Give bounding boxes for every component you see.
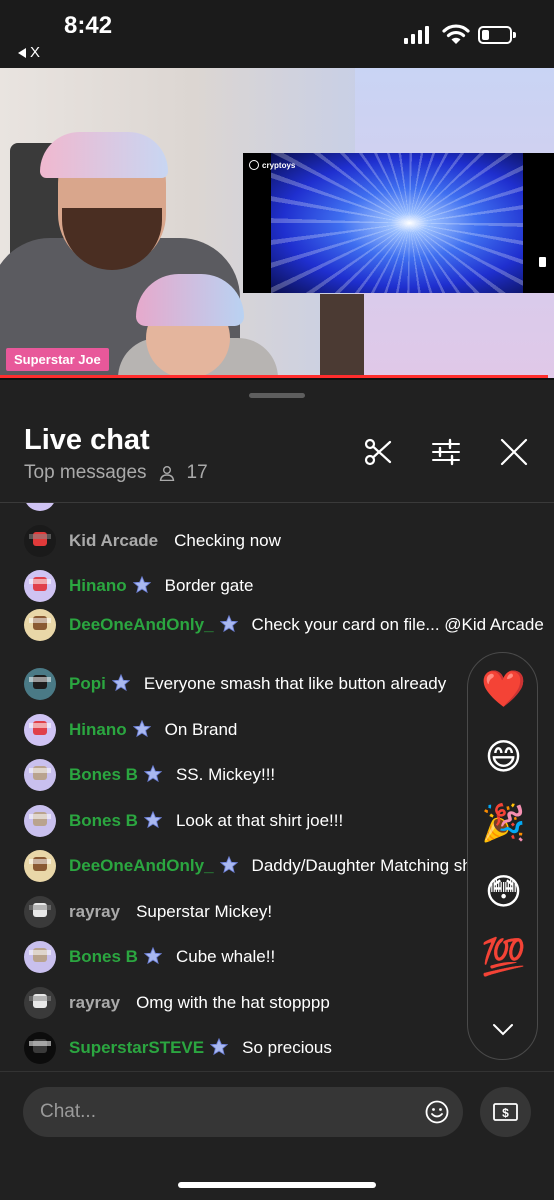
chat-message[interactable]: Bones B Look at that shirt joe!!! (24, 805, 544, 837)
back-app-label: X (30, 44, 41, 61)
member-badge-star-icon (219, 856, 238, 874)
chat-title: Live chat (24, 424, 150, 456)
member-badge-star-icon (143, 811, 162, 829)
overlay-icon (539, 257, 546, 267)
message-text: Omg with the hat stopppp (136, 993, 330, 1012)
video-progress-bar[interactable] (0, 375, 548, 378)
chat-message[interactable]: Bones B Cube whale!! (24, 941, 544, 973)
message-text: Daddy/Daughter Matching shirts (251, 856, 495, 875)
avatar (24, 503, 56, 511)
message-text: Everyone smash that like button already (143, 674, 447, 693)
message-text: On Brand (164, 720, 238, 739)
heart-reaction-button[interactable]: ❤️ (468, 669, 539, 709)
status-bar: 8:42 X (0, 0, 554, 68)
home-indicator (178, 1182, 376, 1188)
message-author[interactable]: rayray (69, 993, 120, 1012)
member-badge-star-icon (143, 765, 162, 783)
wifi-icon (442, 24, 470, 44)
message-author[interactable]: rayray (69, 902, 120, 921)
avatar[interactable] (24, 941, 56, 973)
scissors-icon[interactable] (362, 436, 394, 468)
chat-message[interactable]: rayray Omg with the hat stopppp (24, 987, 544, 1019)
close-icon[interactable] (498, 436, 530, 468)
chat-message[interactable]: SuperstarSTEVE So precious (24, 1032, 544, 1064)
battery-icon (478, 26, 516, 44)
member-badge-star-icon (219, 615, 238, 633)
cellular-signal-icon (404, 26, 429, 44)
message-author[interactable]: Bones B (69, 947, 138, 966)
message-text: Superstar Mickey! (136, 902, 273, 921)
member-badge-star-icon (210, 1038, 229, 1056)
presenter-name-tag: Superstar Joe (6, 348, 109, 371)
grin-reaction-button[interactable]: 😄 (468, 737, 539, 777)
avatar[interactable] (24, 805, 56, 837)
svg-text:$: $ (502, 1106, 509, 1120)
stream-overlay-video: cryptoys (243, 153, 554, 293)
message-text: Look at that shirt joe!!! (175, 811, 344, 830)
logo-c-icon (249, 160, 259, 170)
chat-mode-selector[interactable]: Top messages 17 (24, 462, 208, 484)
message-author[interactable]: DeeOneAndOnly_ (69, 615, 214, 634)
member-badge-star-icon (132, 576, 151, 594)
member-badge-star-icon (132, 720, 151, 738)
message-text: Cube whale!! (175, 947, 276, 966)
message-author[interactable]: Kid Arcade (69, 531, 158, 550)
drag-handle[interactable] (249, 393, 305, 398)
dollar-bill-icon: $ (493, 1103, 518, 1121)
message-author[interactable]: Popi (69, 674, 106, 693)
chevron-down-icon[interactable] (491, 1021, 515, 1037)
chat-mode-label: Top messages (24, 462, 147, 483)
filter-settings-icon[interactable] (430, 436, 462, 468)
input-divider (0, 1071, 554, 1072)
party-popper-reaction-button[interactable]: 🎉 (468, 803, 539, 843)
viewer-count: 17 (186, 462, 208, 483)
avatar[interactable] (24, 987, 56, 1019)
avatar[interactable] (24, 570, 56, 602)
hundred-reaction-button[interactable]: 💯 (468, 937, 539, 977)
chat-input[interactable]: Chat... (23, 1087, 463, 1137)
chat-message[interactable]: Hinano On Brand (24, 714, 544, 746)
overlay-logo: cryptoys (249, 160, 295, 170)
message-author[interactable]: Bones B (69, 811, 138, 830)
video-player[interactable]: cryptoys Superstar Joe (0, 68, 554, 378)
avatar[interactable] (24, 609, 56, 641)
chat-message[interactable]: Kid Arcade Checking now (24, 525, 544, 557)
message-text: SS. Mickey!!! (175, 765, 276, 784)
message-text: Border gate (164, 576, 254, 595)
chat-message[interactable]: rayray Superstar Mickey! (24, 896, 544, 928)
flushed-reaction-button[interactable]: 😳 (468, 872, 539, 912)
chat-message[interactable]: Popi Everyone smash that like button alre… (24, 668, 544, 700)
message-text: Check your card on file... @Kid Arcade (251, 615, 544, 634)
back-to-app-button[interactable]: X (18, 44, 40, 61)
message-author[interactable]: Hinano (69, 720, 127, 739)
avatar[interactable] (24, 759, 56, 791)
chat-message[interactable]: Hinano Border gate (24, 570, 544, 602)
avatar[interactable] (24, 1032, 56, 1064)
emoji-icon[interactable] (425, 1100, 449, 1124)
avatar[interactable] (24, 896, 56, 928)
message-text: Checking now (174, 531, 281, 550)
avatar[interactable] (24, 850, 56, 882)
message-author[interactable]: Hinano (69, 576, 127, 595)
message-author[interactable]: DeeOneAndOnly_ (69, 856, 214, 875)
message-author[interactable]: SuperstarSTEVE (69, 1038, 204, 1057)
avatar[interactable] (24, 525, 56, 557)
message-text: So precious (242, 1038, 332, 1057)
message-author[interactable]: Bones B (69, 765, 138, 784)
reactions-tray: ❤️ 😄 🎉 😳 💯 (467, 652, 538, 1060)
super-chat-button[interactable]: $ (480, 1087, 531, 1137)
chat-message[interactable]: DeeOneAndOnly_ Check your card on file...… (24, 609, 544, 641)
live-chat-panel: Live chat Top messages 17 Kid Arcade Chec… (0, 380, 554, 1200)
person-icon (159, 466, 174, 481)
avatar[interactable] (24, 668, 56, 700)
member-badge-star-icon (143, 947, 162, 965)
chat-input-placeholder: Chat... (40, 1101, 96, 1122)
status-time: 8:42 (64, 12, 113, 39)
chat-message[interactable]: Bones B SS. Mickey!!! (24, 759, 544, 791)
back-arrow-icon (18, 47, 26, 58)
chat-message[interactable]: DeeOneAndOnly_ Daddy/Daughter Matching sh… (24, 850, 544, 882)
member-badge-star-icon (111, 674, 130, 692)
avatar[interactable] (24, 714, 56, 746)
